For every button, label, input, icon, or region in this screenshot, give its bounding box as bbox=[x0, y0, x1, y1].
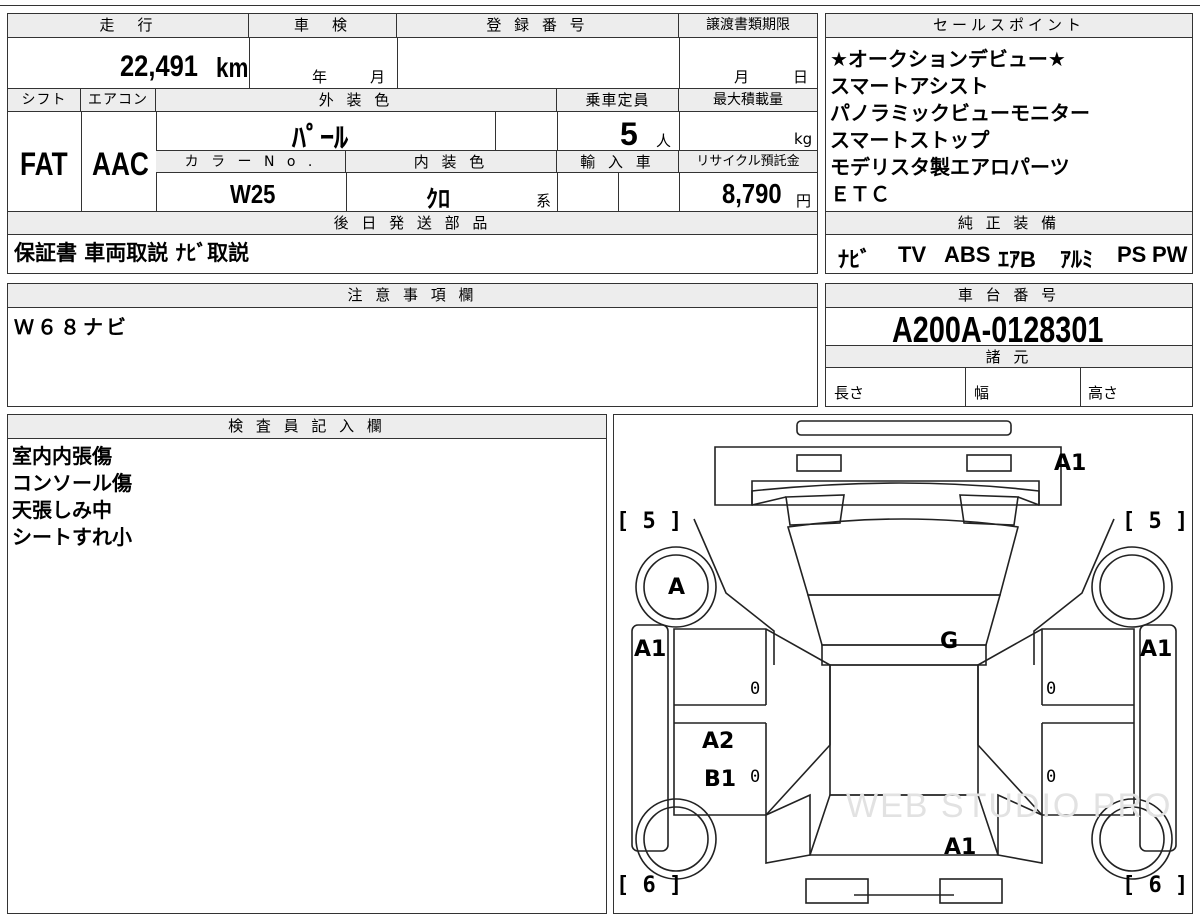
recycle-fee-value: 8,790 bbox=[722, 178, 782, 209]
mark-right-side: A1 bbox=[1140, 637, 1173, 662]
recycle-header: リサイクル預託金 bbox=[679, 151, 817, 173]
later-parts-value: 保証書 車両取説 ﾅﾋﾞ取説 bbox=[14, 241, 250, 265]
car-diagram-panel: A1 A A1 A1 G A2 B1 A1 0 0 0 0 [ 5 ] [ 5 … bbox=[613, 414, 1193, 914]
top-cut-strip bbox=[0, 0, 1200, 6]
aircon-value: AAC bbox=[92, 146, 149, 182]
mileage-value: 22,491 bbox=[120, 50, 199, 83]
mark-left-rear-door-2: B1 bbox=[704, 767, 737, 792]
mark-left-front-wheel: A bbox=[668, 575, 686, 600]
mark-rear-top: A1 bbox=[1054, 451, 1087, 476]
bracket-bottom-right: [ 6 ] bbox=[1122, 873, 1189, 898]
specs-header: 諸 元 bbox=[826, 346, 1192, 368]
max-load-header: 最大積載量 bbox=[679, 89, 817, 112]
zero-mark: 0 bbox=[1046, 767, 1057, 787]
exterior-color-header: 外 装 色 bbox=[156, 89, 557, 112]
recycle-unit: 円 bbox=[796, 192, 812, 210]
spec-height-label: 高さ bbox=[1088, 384, 1119, 402]
spec-width-label: 幅 bbox=[974, 384, 990, 402]
shift-header: シフト bbox=[8, 89, 81, 112]
notes-value: Ｗ６８ナビ bbox=[14, 315, 129, 339]
inspector-notes-panel: 検 査 員 記 入 欄 室内内張傷 コンソール傷 天張しみ中 シートすれ小 bbox=[7, 414, 607, 914]
watermark: WEB STUDIO PRO bbox=[846, 787, 1173, 825]
inspector-note-line: 天張しみ中 bbox=[12, 498, 112, 522]
inspector-note-line: シートすれ小 bbox=[12, 525, 132, 549]
registration-header: 登 録 番 号 bbox=[397, 14, 679, 38]
deadline-day-unit: 日 bbox=[793, 68, 809, 86]
genuine-equipment-header: 純 正 装 備 bbox=[826, 212, 1192, 235]
import-header: 輸 入 車 bbox=[557, 151, 679, 173]
zero-mark: 0 bbox=[750, 767, 761, 787]
inspection-header: 車 検 bbox=[249, 14, 397, 38]
sales-point-item: モデリスタ製エアロパーツ bbox=[830, 155, 1070, 179]
interior-color-value: ｸﾛ bbox=[426, 186, 450, 213]
equipment-item: ｴｱB bbox=[998, 247, 1036, 272]
equipment-item: ﾅﾋﾞ bbox=[838, 247, 872, 272]
sales-point-item: スマートストップ bbox=[830, 128, 990, 152]
zero-mark: 0 bbox=[750, 679, 761, 699]
interior-color-header: 内 装 色 bbox=[346, 151, 557, 173]
sales-point-item: ★オークションデビュー★ bbox=[830, 47, 1066, 71]
inspector-note-line: 室内内張傷 bbox=[12, 444, 112, 468]
mark-roof: G bbox=[940, 629, 959, 654]
color-no-header: カ ラ ー N o . bbox=[156, 151, 346, 173]
sales-points-header: セールスポイント bbox=[826, 14, 1192, 38]
inspector-note-line: コンソール傷 bbox=[12, 471, 132, 495]
max-load-unit: kg bbox=[794, 130, 813, 148]
vehicle-info-grid: 走 行 車 検 登 録 番 号 譲渡書類期限 22,491 km 年 月 月 日… bbox=[7, 13, 818, 274]
deadline-month-unit: 月 bbox=[734, 68, 750, 86]
inspection-year-unit: 年 bbox=[312, 68, 328, 86]
chassis-panel: 車 台 番 号 A200A-0128301 諸 元 長さ 幅 高さ bbox=[825, 283, 1193, 407]
later-parts-header: 後 日 発 送 部 品 bbox=[8, 212, 817, 235]
mark-left-rear-door-1: A2 bbox=[702, 729, 735, 754]
mark-left-side: A1 bbox=[634, 637, 667, 662]
mileage-header: 走 行 bbox=[8, 14, 249, 38]
zero-mark: 0 bbox=[1046, 679, 1057, 699]
inspector-notes-header: 検 査 員 記 入 欄 bbox=[8, 415, 606, 439]
sales-points-panel: セールスポイント ★オークションデビュー★ スマートアシスト パノラミックビュー… bbox=[825, 13, 1193, 274]
chassis-header: 車 台 番 号 bbox=[826, 284, 1192, 308]
capacity-value: 5 bbox=[620, 116, 638, 152]
capacity-unit: 人 bbox=[656, 132, 672, 150]
capacity-header: 乗車定員 bbox=[557, 89, 679, 112]
interior-suffix: 系 bbox=[536, 192, 552, 210]
aircon-header: エアコン bbox=[81, 89, 156, 112]
deadline-header: 譲渡書類期限 bbox=[679, 14, 817, 38]
inspection-month-unit: 月 bbox=[370, 68, 386, 86]
bracket-top-right: [ 5 ] bbox=[1122, 509, 1189, 534]
equipment-item: ABS bbox=[944, 242, 991, 267]
mileage-unit: km bbox=[216, 52, 249, 83]
notes-header: 注 意 事 項 欄 bbox=[8, 284, 817, 308]
notes-panel: 注 意 事 項 欄 Ｗ６８ナビ bbox=[7, 283, 818, 407]
equipment-item: TV bbox=[898, 242, 927, 267]
bracket-bottom-left: [ 6 ] bbox=[616, 873, 683, 898]
sales-point-item: ＥＴＣ bbox=[830, 182, 890, 206]
sales-point-item: パノラミックビューモニター bbox=[830, 101, 1090, 125]
mark-front-bottom: A1 bbox=[944, 835, 977, 860]
shift-value: FAT bbox=[20, 146, 68, 182]
spec-length-label: 長さ bbox=[834, 384, 865, 402]
equipment-item: PS bbox=[1117, 242, 1147, 267]
bracket-top-left: [ 5 ] bbox=[616, 509, 683, 534]
equipment-item: PW bbox=[1152, 242, 1188, 267]
sales-point-item: スマートアシスト bbox=[830, 74, 989, 98]
equipment-item: ｱﾙﾐ bbox=[1060, 247, 1094, 272]
car-outline-diagram bbox=[631, 420, 1177, 904]
color-no-value: W25 bbox=[230, 179, 276, 209]
